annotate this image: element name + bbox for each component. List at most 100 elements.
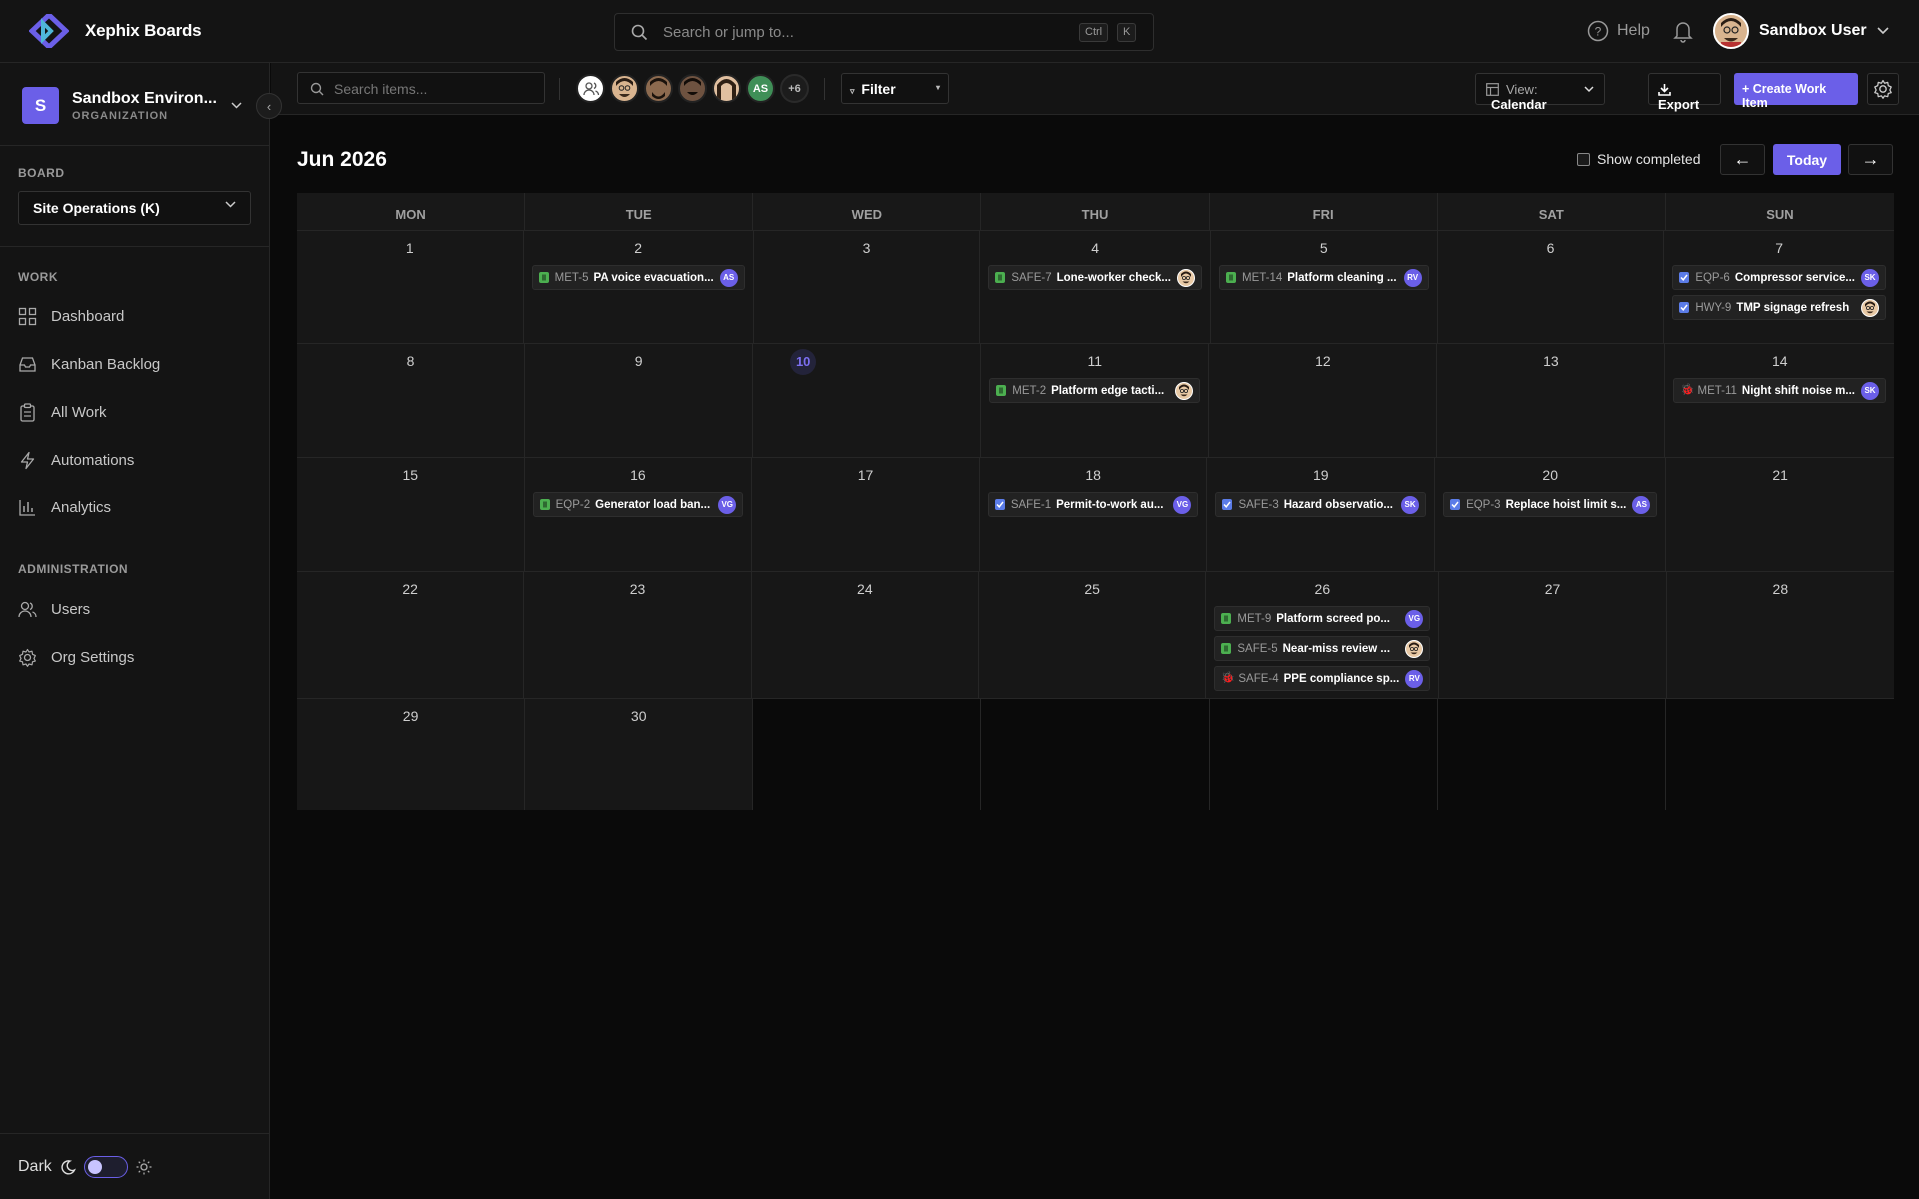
calendar-weeks: 1 2 MET-5 PA voice evacuation... AS 3 4 SAFE-7 L… xyxy=(297,230,1894,810)
board-settings-button[interactable] xyxy=(1867,73,1899,105)
sidebar-item-all-work[interactable]: All Work xyxy=(18,403,107,422)
app-title[interactable]: Xephix Boards xyxy=(85,21,202,41)
calendar-day-cell[interactable]: 30 xyxy=(525,699,754,810)
calendar-event[interactable]: EQP-2 Generator load ban... VG xyxy=(532,492,744,517)
calendar-day-cell[interactable]: 29 xyxy=(297,699,526,810)
calendar-day-cell[interactable]: 23 xyxy=(524,572,752,698)
sidebar-item-org-settings[interactable]: Org Settings xyxy=(18,648,134,667)
show-completed-checkbox[interactable] xyxy=(1577,152,1590,166)
show-completed-toggle[interactable]: Show completed xyxy=(1577,151,1701,167)
calendar-event[interactable]: MET-2 Platform edge tacti... xyxy=(989,378,1201,403)
event-title: Night shift noise m... xyxy=(1741,384,1855,397)
bell-icon[interactable] xyxy=(1672,19,1694,43)
item-search-input[interactable]: Search items... xyxy=(297,72,545,104)
chevron-down-icon xyxy=(231,102,242,109)
calendar-event[interactable]: EQP-3 Replace hoist limit s... AS xyxy=(1443,492,1658,517)
event-title: PA voice evacuation... xyxy=(593,271,714,284)
download-icon xyxy=(1658,84,1671,96)
board-select-value: Site Operations (K) xyxy=(33,200,160,216)
sidebar-item-automations[interactable]: Automations xyxy=(18,451,134,470)
next-month-button[interactable]: → xyxy=(1848,144,1893,175)
global-search-input[interactable]: Search or jump to... Ctrl K xyxy=(614,13,1154,51)
calendar-day-cell[interactable]: 17 xyxy=(752,458,980,571)
help-button[interactable]: ? Help xyxy=(1587,20,1650,42)
assignee-avatar xyxy=(1175,381,1194,400)
calendar-day-cell[interactable]: 4 SAFE-7 Lone-worker check... xyxy=(980,231,1211,343)
calendar-day-cell[interactable]: 19 SAFE-3 Hazard observatio... SK xyxy=(1207,458,1436,571)
board-select[interactable]: Site Operations (K) xyxy=(18,191,251,225)
gear-icon xyxy=(19,648,36,667)
calendar-event[interactable]: SAFE-5 Near-miss review ... xyxy=(1214,636,1431,661)
assignee-avatar[interactable] xyxy=(712,74,741,103)
calendar-event[interactable]: EQP-6 Compressor service... SK xyxy=(1672,265,1886,290)
org-switcher[interactable]: S Sandbox Environ... ORGANIZATION xyxy=(22,87,242,124)
calendar-day-cell[interactable]: 7 EQP-6 Compressor service... SK HWY-9 TMP si… xyxy=(1664,231,1894,343)
sidebar-item-dashboard[interactable]: Dashboard xyxy=(18,307,124,326)
calendar-event[interactable]: 🐞 MET-11 Night shift noise m... SK xyxy=(1673,378,1886,403)
assignee-initials: VG xyxy=(1173,495,1192,514)
calendar-day-cell[interactable]: 21 xyxy=(1666,458,1894,571)
unassigned-filter-button[interactable] xyxy=(576,74,605,103)
calendar-day-cell[interactable]: 5 MET-14 Platform cleaning ... RV xyxy=(1211,231,1438,343)
sidebar-item-analytics[interactable]: Analytics xyxy=(18,498,111,517)
calendar-day-cell[interactable]: 2 MET-5 PA voice evacuation... AS xyxy=(523,231,754,343)
calendar-day-cell[interactable]: 27 xyxy=(1439,572,1667,698)
event-key: SAFE-5 xyxy=(1237,642,1278,655)
calendar-day-cell[interactable]: 26 MET-9 Platform screed po... VG SAFE-5 Near… xyxy=(1206,572,1440,698)
calendar-day-cell[interactable]: 13 xyxy=(1437,344,1666,457)
create-work-item-button[interactable]: + Create Work Item xyxy=(1734,73,1858,110)
user-menu[interactable]: Sandbox User xyxy=(1713,13,1889,49)
assignee-avatar[interactable] xyxy=(678,74,707,103)
calendar-event[interactable]: MET-14 Platform cleaning ... RV xyxy=(1219,265,1429,290)
calendar-day-cell[interactable]: 24 xyxy=(751,572,980,698)
calendar-event[interactable]: HWY-9 TMP signage refresh xyxy=(1672,295,1886,320)
more-assignees-button[interactable]: +6 xyxy=(780,74,809,103)
calendar-event[interactable]: SAFE-1 Permit-to-work au... VG xyxy=(987,492,1199,517)
assignee-avatar[interactable] xyxy=(644,74,673,103)
event-key: EQP-3 xyxy=(1466,498,1501,511)
calendar-day-cell[interactable]: 9 xyxy=(525,344,754,457)
calendar-day-cell[interactable]: 3 xyxy=(753,231,981,343)
assignee-avatar[interactable] xyxy=(610,74,639,103)
calendar-day-cell[interactable]: 10 xyxy=(753,344,982,457)
story-icon xyxy=(538,272,549,283)
calendar-day-cell[interactable]: 22 xyxy=(297,572,525,698)
calendar-day-cell[interactable]: 25 xyxy=(979,572,1207,698)
calendar-day-cell[interactable]: 28 xyxy=(1666,572,1894,698)
calendar-day-cell[interactable]: 15 xyxy=(297,458,525,571)
calendar-day-cell[interactable]: 6 xyxy=(1437,231,1665,343)
calendar-event[interactable]: MET-5 PA voice evacuation... AS xyxy=(531,265,745,290)
filter-icon: ▿ xyxy=(850,86,855,96)
calendar-day-cell[interactable]: 18 SAFE-1 Permit-to-work au... VG xyxy=(979,458,1208,571)
prev-month-button[interactable]: ← xyxy=(1720,144,1765,175)
calendar-event[interactable]: MET-9 Platform screed po... VG xyxy=(1214,606,1431,631)
collapse-sidebar-button[interactable]: ‹ xyxy=(256,93,282,119)
calendar-day-cell[interactable]: 8 xyxy=(297,344,526,457)
assignee-avatar-as[interactable]: AS xyxy=(746,74,775,103)
day-number: 16 xyxy=(630,467,646,483)
calendar-day-cell[interactable]: 12 xyxy=(1209,344,1438,457)
theme-toggle[interactable] xyxy=(83,1156,128,1178)
weekday-label: SUN xyxy=(1766,207,1794,222)
export-button[interactable]: Export xyxy=(1648,73,1721,112)
calendar-event[interactable]: SAFE-3 Hazard observatio... SK xyxy=(1215,492,1427,517)
calendar-event[interactable]: SAFE-7 Lone-worker check... xyxy=(988,265,1202,290)
filter-button[interactable]: ▿ Filter ▾ xyxy=(841,73,949,104)
view-select[interactable]: View: Calendar xyxy=(1475,73,1605,112)
event-key: MET-2 xyxy=(1012,384,1047,397)
xephix-logo-icon[interactable] xyxy=(29,14,69,48)
global-search-placeholder: Search or jump to... xyxy=(663,24,794,41)
item-search-placeholder: Search items... xyxy=(334,81,428,97)
sidebar-item-kanban-backlog[interactable]: Kanban Backlog xyxy=(18,355,160,374)
calendar-event[interactable]: 🐞 SAFE-4 PPE compliance sp... RV xyxy=(1214,666,1431,691)
event-key: SAFE-7 xyxy=(1011,271,1052,284)
calendar-day-cell[interactable]: 11 MET-2 Platform edge tacti... xyxy=(981,344,1210,457)
today-button[interactable]: Today xyxy=(1773,144,1841,175)
sidebar-item-users[interactable]: Users xyxy=(18,600,90,619)
event-title: Replace hoist limit s... xyxy=(1505,498,1627,511)
calendar-day-cell[interactable]: 16 EQP-2 Generator load ban... VG xyxy=(524,458,753,571)
calendar-day-cell[interactable]: 14 🐞 MET-11 Night shift noise m... SK xyxy=(1665,344,1894,457)
chevron-down-icon xyxy=(1877,27,1889,35)
calendar-day-cell[interactable]: 20 EQP-3 Replace hoist limit s... AS xyxy=(1435,458,1667,571)
calendar-day-cell[interactable]: 1 xyxy=(297,231,524,343)
